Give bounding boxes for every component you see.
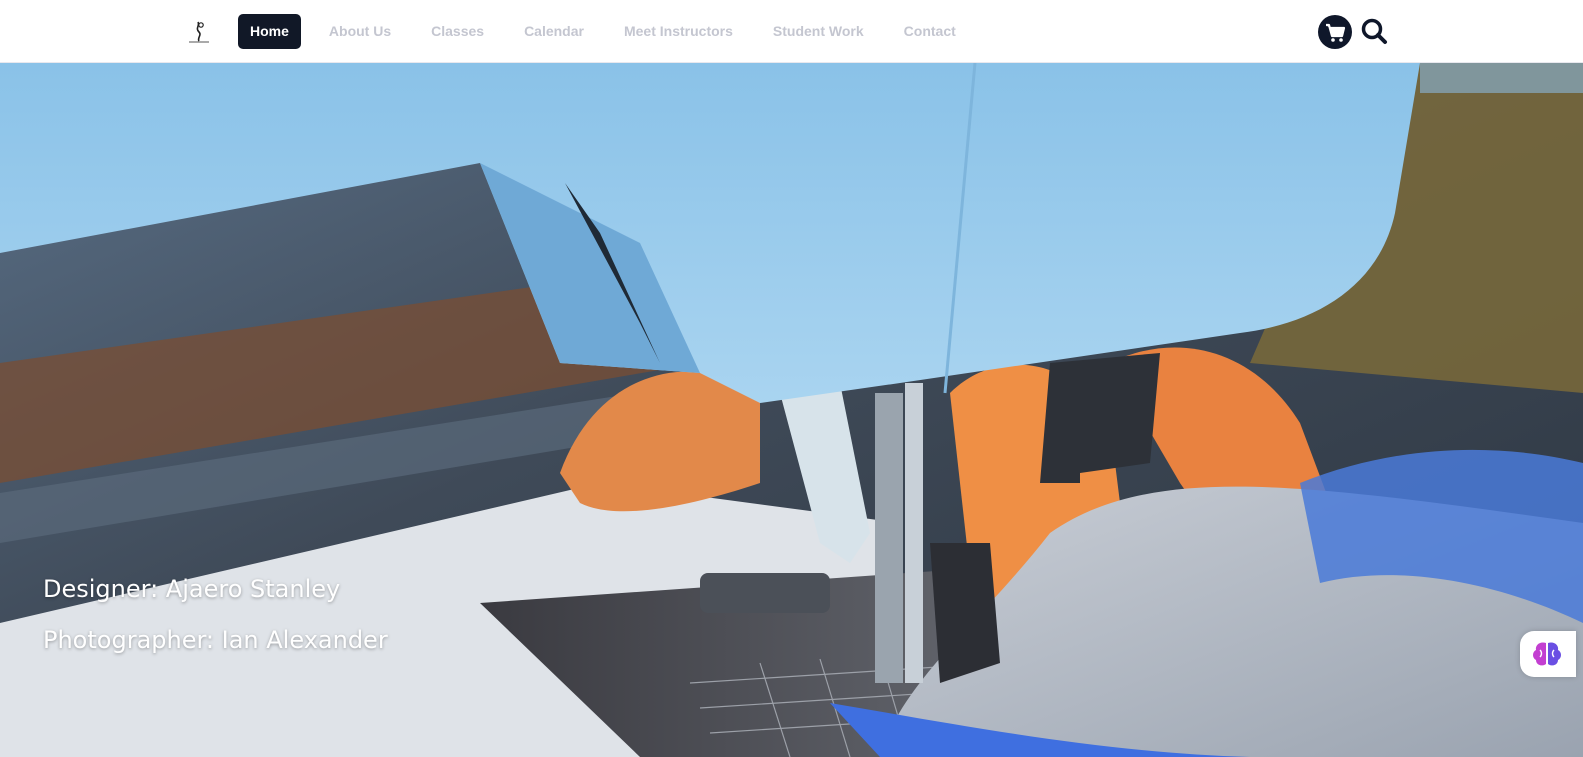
nav-calendar[interactable]: Calendar [504, 14, 604, 49]
assistant-button[interactable] [1520, 631, 1576, 677]
cart-icon [1326, 23, 1346, 42]
search-icon [1361, 18, 1387, 44]
nav-contact[interactable]: Contact [884, 14, 976, 49]
nav-classes[interactable]: Classes [411, 14, 504, 49]
needle-thread-logo-icon[interactable] [186, 19, 212, 45]
photographer-credit: Photographer: Ian Alexander [43, 626, 388, 654]
nav-meet-instructors[interactable]: Meet Instructors [604, 14, 753, 49]
nav-home[interactable]: Home [238, 14, 301, 49]
designer-credit: Designer: Ajaero Stanley [43, 575, 341, 603]
site-header: Home About Us Classes Calendar Meet Inst… [0, 0, 1583, 63]
search-button[interactable] [1360, 17, 1388, 45]
brain-icon [1533, 642, 1561, 666]
main-nav: Home About Us Classes Calendar Meet Inst… [238, 14, 976, 49]
cart-button[interactable] [1318, 15, 1352, 49]
hero-banner: Designer: Ajaero Stanley Photographer: I… [0, 63, 1583, 757]
nav-student-work[interactable]: Student Work [753, 14, 884, 49]
nav-about-us[interactable]: About Us [309, 14, 411, 49]
